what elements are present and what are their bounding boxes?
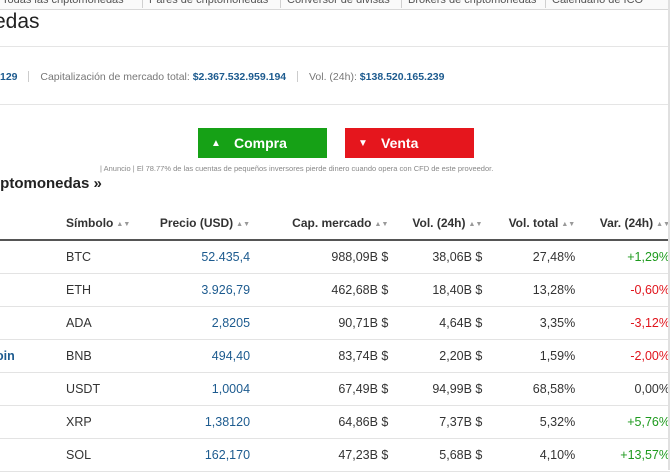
table-row[interactable]: ADA 2,8205 90,71B $4,64B $3,35% -3,12% — [0, 306, 670, 340]
coin-price: 494,40 — [153, 339, 279, 373]
volume-label: Vol. (24h): — [309, 71, 357, 83]
coin-symbol: ETH — [26, 273, 154, 307]
coin-market-cap: 988,09B $ — [278, 240, 389, 274]
coin-name-link[interactable] — [0, 240, 23, 274]
col-header-change-24h[interactable]: Var. (24h) ▲▼ — [575, 207, 670, 241]
tab-crypto-brokers[interactable]: Brokers de criptomonedas — [401, 0, 536, 8]
coin-price: 52.435,4 — [153, 240, 279, 274]
market-stats: 129 Capitalización de mercado total: $2.… — [0, 71, 444, 83]
buy-button-label: Compra — [234, 135, 287, 151]
divider — [0, 104, 670, 105]
table-header-row: Símbolo ▲▼ Precio (USD) ▲▼ Cap. mercado ▲▼ … — [0, 207, 670, 241]
coin-volume-24h: 7,37B $ — [388, 405, 483, 439]
col-header-name — [0, 207, 27, 241]
coin-name-link[interactable] — [0, 306, 23, 340]
col-header-volume-total[interactable]: Vol. total ▲▼ — [482, 207, 576, 241]
coin-price: 3.926,79 — [153, 273, 279, 307]
coin-price: 1,0004 — [153, 372, 279, 406]
market-cap-label: Capitalización de mercado total: — [40, 71, 190, 83]
table-row[interactable]: XRP 1,38120 64,86B $7,37B $5,32% +5,76% — [0, 405, 670, 439]
col-header-volume-24h[interactable]: Vol. (24h) ▲▼ — [388, 207, 483, 241]
tab-currency-converter[interactable]: Conversor de divisas — [280, 0, 390, 8]
coin-name-link[interactable] — [0, 405, 23, 439]
tab-ico-calendar[interactable]: Calendario de ICO — [545, 0, 643, 8]
coin-volume-total: 4,10% — [482, 438, 576, 472]
coin-market-cap: 64,86B $ — [278, 405, 389, 439]
volume-value: $138.520.165.239 — [359, 71, 445, 83]
col-header-symbol[interactable]: Símbolo ▲▼ — [26, 207, 154, 241]
tab-all-cryptocurrencies[interactable]: Todas las criptomonedas — [0, 0, 124, 8]
coin-volume-total: 1,59% — [482, 339, 576, 373]
coin-symbol: ADA — [26, 306, 154, 340]
coin-market-cap: 83,74B $ — [278, 339, 389, 373]
coin-change-24h: +5,76% — [575, 405, 670, 439]
separator — [28, 71, 30, 82]
section-title-link[interactable]: iptomonedas » — [0, 175, 102, 192]
coin-volume-total: 13,28% — [482, 273, 576, 307]
top-navigation: Todas las criptomonedas Pares de criptom… — [0, 0, 670, 10]
divider — [0, 46, 670, 47]
coin-name-link[interactable] — [0, 372, 23, 406]
coin-symbol: XRP — [26, 405, 154, 439]
table-row[interactable]: oinBNB494,4083,74B $2,20B $1,59%-2,00% — [0, 339, 670, 373]
table-row[interactable]: USDT 1,0004 67,49B $94,99B $68,58% 0,00% — [0, 372, 670, 406]
crypto-count: 129 — [0, 71, 18, 83]
coin-price: 2,8205 — [153, 306, 279, 340]
buy-button[interactable]: ▲ Compra — [198, 128, 327, 158]
coin-volume-total: 3,35% — [482, 306, 576, 340]
arrow-up-icon: ▲ — [211, 137, 221, 149]
coin-price: 162,170 — [153, 438, 279, 472]
coin-volume-24h: 5,68B $ — [388, 438, 483, 472]
sort-icon: ▲▼ — [374, 221, 389, 228]
coin-name-link[interactable]: oin — [0, 339, 23, 373]
tab-crypto-pairs[interactable]: Pares de criptomonedas — [142, 0, 268, 8]
coin-change-24h: -2,00% — [575, 339, 670, 373]
col-header-price[interactable]: Precio (USD) ▲▼ — [153, 207, 279, 241]
coin-symbol: SOL — [26, 438, 154, 472]
coin-change-24h: 0,00% — [575, 372, 670, 406]
table-row[interactable]: SOL 162,170 47,23B $5,68B $4,10% +13,57% — [0, 438, 670, 472]
table-row[interactable]: BTC 52.435,4 988,09B $38,06B $27,48% +1,29% — [0, 240, 670, 274]
crypto-table: Símbolo ▲▼ Precio (USD) ▲▼ Cap. mercado ▲▼ … — [0, 207, 670, 472]
ad-disclaimer: | Anuncio | El 78.77% de las cuentas de … — [100, 164, 494, 173]
page-title: edas — [0, 10, 40, 33]
coin-volume-total: 5,32% — [482, 405, 576, 439]
sort-icon: ▲▼ — [468, 221, 483, 228]
coin-symbol: BNB — [26, 339, 154, 373]
coin-name-link[interactable] — [0, 273, 23, 307]
coin-change-24h: -3,12% — [575, 306, 670, 340]
coin-name-link[interactable] — [0, 438, 23, 472]
coin-market-cap: 462,68B $ — [278, 273, 389, 307]
coin-change-24h: +1,29% — [575, 240, 670, 274]
coin-volume-24h: 38,06B $ — [388, 240, 483, 274]
arrow-down-icon: ▼ — [358, 137, 368, 149]
coin-price: 1,38120 — [153, 405, 279, 439]
market-cap-value: $2.367.532.959.194 — [192, 71, 287, 83]
sell-button[interactable]: ▼ Venta — [345, 128, 474, 158]
coin-symbol: BTC — [26, 240, 154, 274]
coin-change-24h: -0,60% — [575, 273, 670, 307]
sort-icon: ▲▼ — [561, 221, 576, 228]
col-header-market-cap[interactable]: Cap. mercado ▲▼ — [278, 207, 389, 241]
coin-volume-24h: 18,40B $ — [388, 273, 483, 307]
separator — [297, 71, 299, 82]
coin-market-cap: 67,49B $ — [278, 372, 389, 406]
coin-symbol: USDT — [26, 372, 154, 406]
coin-volume-24h: 94,99B $ — [388, 372, 483, 406]
coin-volume-total: 68,58% — [482, 372, 576, 406]
coin-market-cap: 47,23B $ — [278, 438, 389, 472]
table-row[interactable]: ETH 3.926,79 462,68B $18,40B $13,28% -0,60% — [0, 273, 670, 307]
coin-volume-24h: 4,64B $ — [388, 306, 483, 340]
coin-volume-24h: 2,20B $ — [388, 339, 483, 373]
coin-market-cap: 90,71B $ — [278, 306, 389, 340]
coin-change-24h: +13,57% — [575, 438, 670, 472]
coin-volume-total: 27,48% — [482, 240, 576, 274]
sell-button-label: Venta — [381, 135, 419, 151]
sort-icon: ▲▼ — [236, 221, 251, 228]
sort-icon: ▲▼ — [116, 221, 131, 228]
